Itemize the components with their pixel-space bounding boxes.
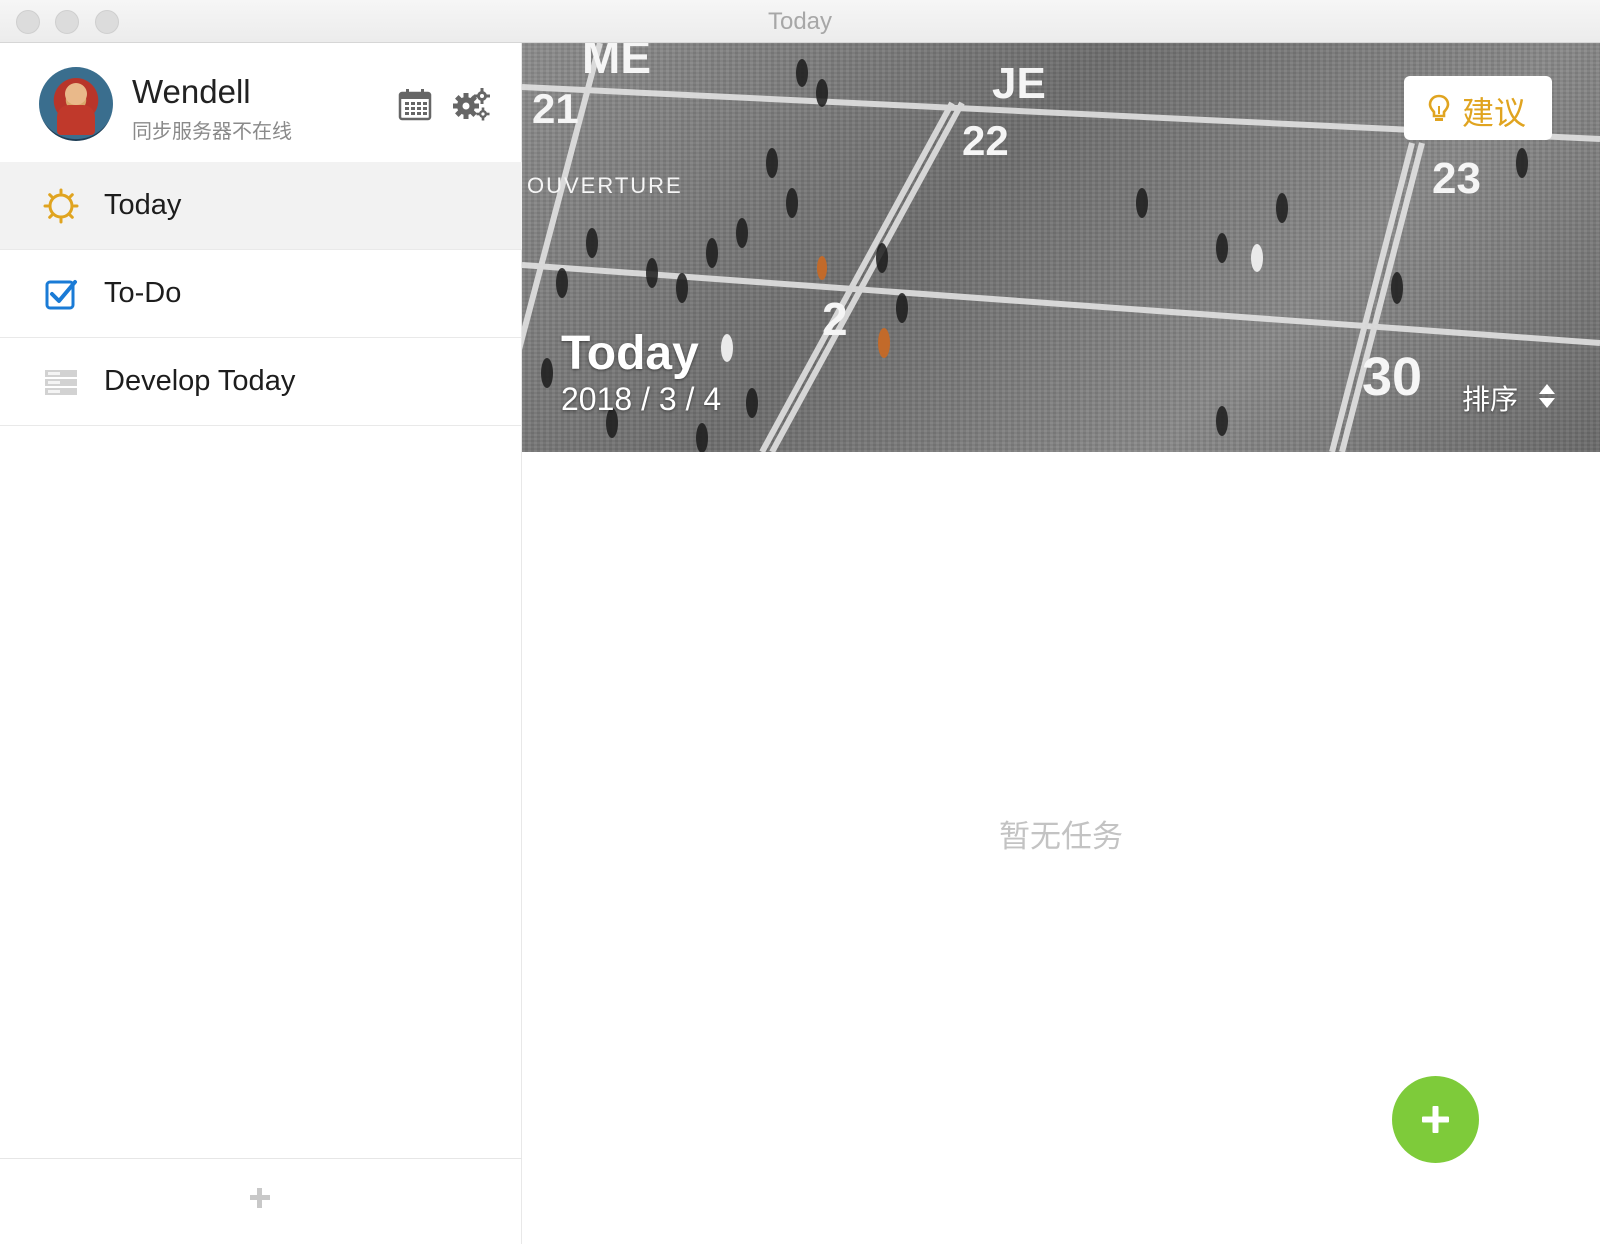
profile-header: Wendell 同步服务器不在线 — [0, 43, 522, 162]
svg-text:ME: ME — [582, 43, 651, 83]
sort-updown-icon — [1539, 384, 1555, 408]
title-bar: Today — [0, 0, 1600, 43]
empty-state-text: 暂无任务 — [999, 819, 1123, 855]
sidebar-item-develop-today[interactable]: Develop Today — [0, 338, 522, 426]
sidebar-footer — [0, 1158, 522, 1244]
header-banner: ME 21 JE 22 23 2 30 OUVERTURE 建议 Today 2… — [522, 43, 1600, 452]
app-window: Today Wendell 同步服务器不在线 Today To-Do Devel… — [0, 0, 1600, 1244]
suggest-button[interactable]: 建议 — [1404, 76, 1552, 140]
svg-text:JE: JE — [992, 59, 1046, 108]
sort-button[interactable]: 排序 — [1462, 378, 1555, 416]
add-task-button[interactable] — [1392, 1076, 1479, 1163]
sidebar-item-today[interactable]: Today — [0, 162, 522, 250]
window-title: Today — [767, 8, 833, 35]
svg-text:21: 21 — [532, 85, 579, 132]
svg-text:22: 22 — [962, 117, 1009, 164]
svg-text:23: 23 — [1432, 154, 1481, 203]
list-icon — [45, 370, 77, 395]
main-panel: ME 21 JE 22 23 2 30 OUVERTURE 建议 Today 2… — [522, 43, 1600, 1244]
plus-icon — [1422, 1106, 1449, 1133]
sidebar-item-label: To-Do — [104, 277, 182, 309]
sun-icon — [43, 188, 79, 224]
calendar-button[interactable] — [398, 87, 432, 121]
checkbox-icon — [45, 280, 77, 310]
page-date: 2018 / 3 / 4 — [561, 381, 722, 417]
page-title: Today — [561, 327, 699, 380]
svg-text:30: 30 — [1362, 347, 1422, 407]
calendar-icon — [398, 89, 432, 121]
settings-button[interactable] — [452, 87, 492, 121]
lightbulb-icon — [1428, 94, 1450, 121]
svg-text:2: 2 — [822, 293, 848, 345]
svg-text:OUVERTURE: OUVERTURE — [527, 173, 683, 198]
sidebar-item-todo[interactable]: To-Do — [0, 250, 522, 338]
sidebar-item-label: Today — [104, 189, 182, 221]
suggest-label: 建议 — [1462, 94, 1527, 132]
gear-icon — [453, 88, 490, 121]
avatar[interactable] — [39, 67, 113, 141]
sync-status: 同步服务器不在线 — [132, 119, 292, 143]
add-list-icon[interactable] — [245, 1183, 275, 1213]
username: Wendell — [132, 73, 251, 110]
sidebar: Wendell 同步服务器不在线 Today To-Do Develop Tod… — [0, 43, 522, 1244]
sidebar-item-label: Develop Today — [104, 365, 296, 397]
sort-label: 排序 — [1462, 383, 1519, 416]
